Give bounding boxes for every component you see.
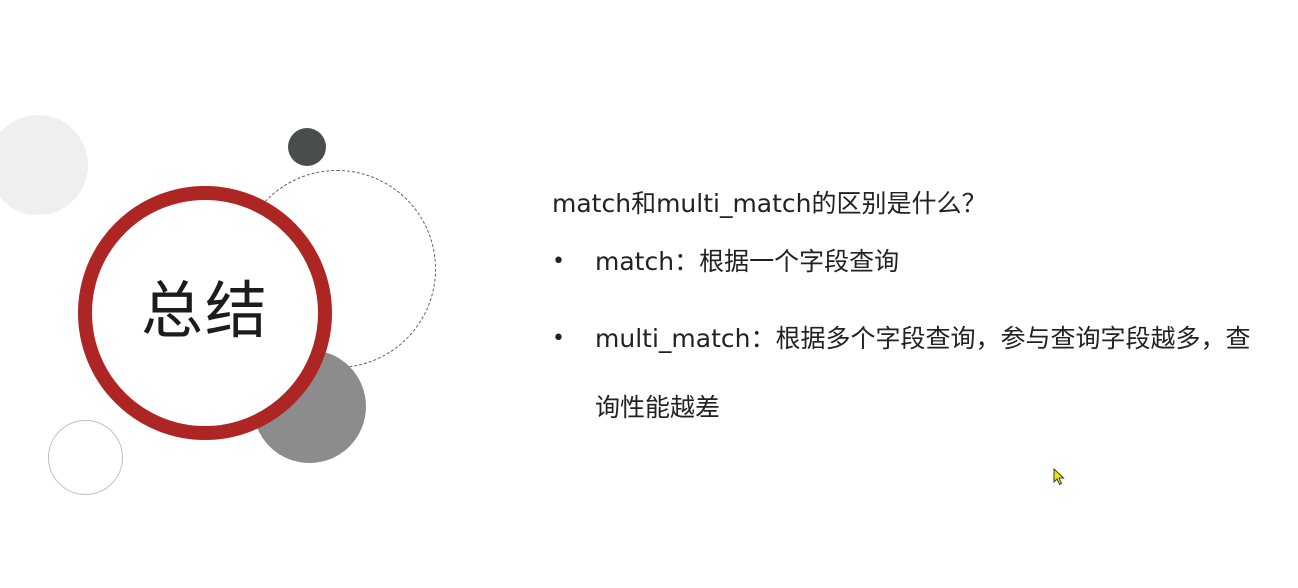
title-ring: 总结 [78, 186, 332, 440]
mouse-pointer-icon [1053, 468, 1065, 486]
outline-circle [48, 420, 123, 495]
bullet-item-multi-match: • multi_match：根据多个字段查询，参与查询字段越多，查询性能越差 [552, 304, 1255, 442]
dark-gray-dot [288, 128, 326, 166]
question-text: match和multi_match的区别是什么？ [552, 189, 987, 218]
slide-content: match和multi_match的区别是什么？ • match：根据一个字段查… [552, 186, 1272, 442]
light-gray-circle [0, 115, 88, 215]
bullet-text: multi_match：根据多个字段查询，参与查询字段越多，查询性能越差 [595, 324, 1251, 422]
bullet-marker: • [552, 326, 565, 351]
bullet-item-match: • match：根据一个字段查询 [552, 244, 1255, 280]
slide-title: 总结 [140, 274, 269, 347]
bullet-text: match：根据一个字段查询 [595, 247, 900, 276]
slide: 总结 match和multi_match的区别是什么？ • match：根据一个… [0, 0, 1298, 588]
bullet-marker: • [552, 249, 565, 274]
bullet-list: • match：根据一个字段查询 • multi_match：根据多个字段查询，… [552, 244, 1272, 442]
